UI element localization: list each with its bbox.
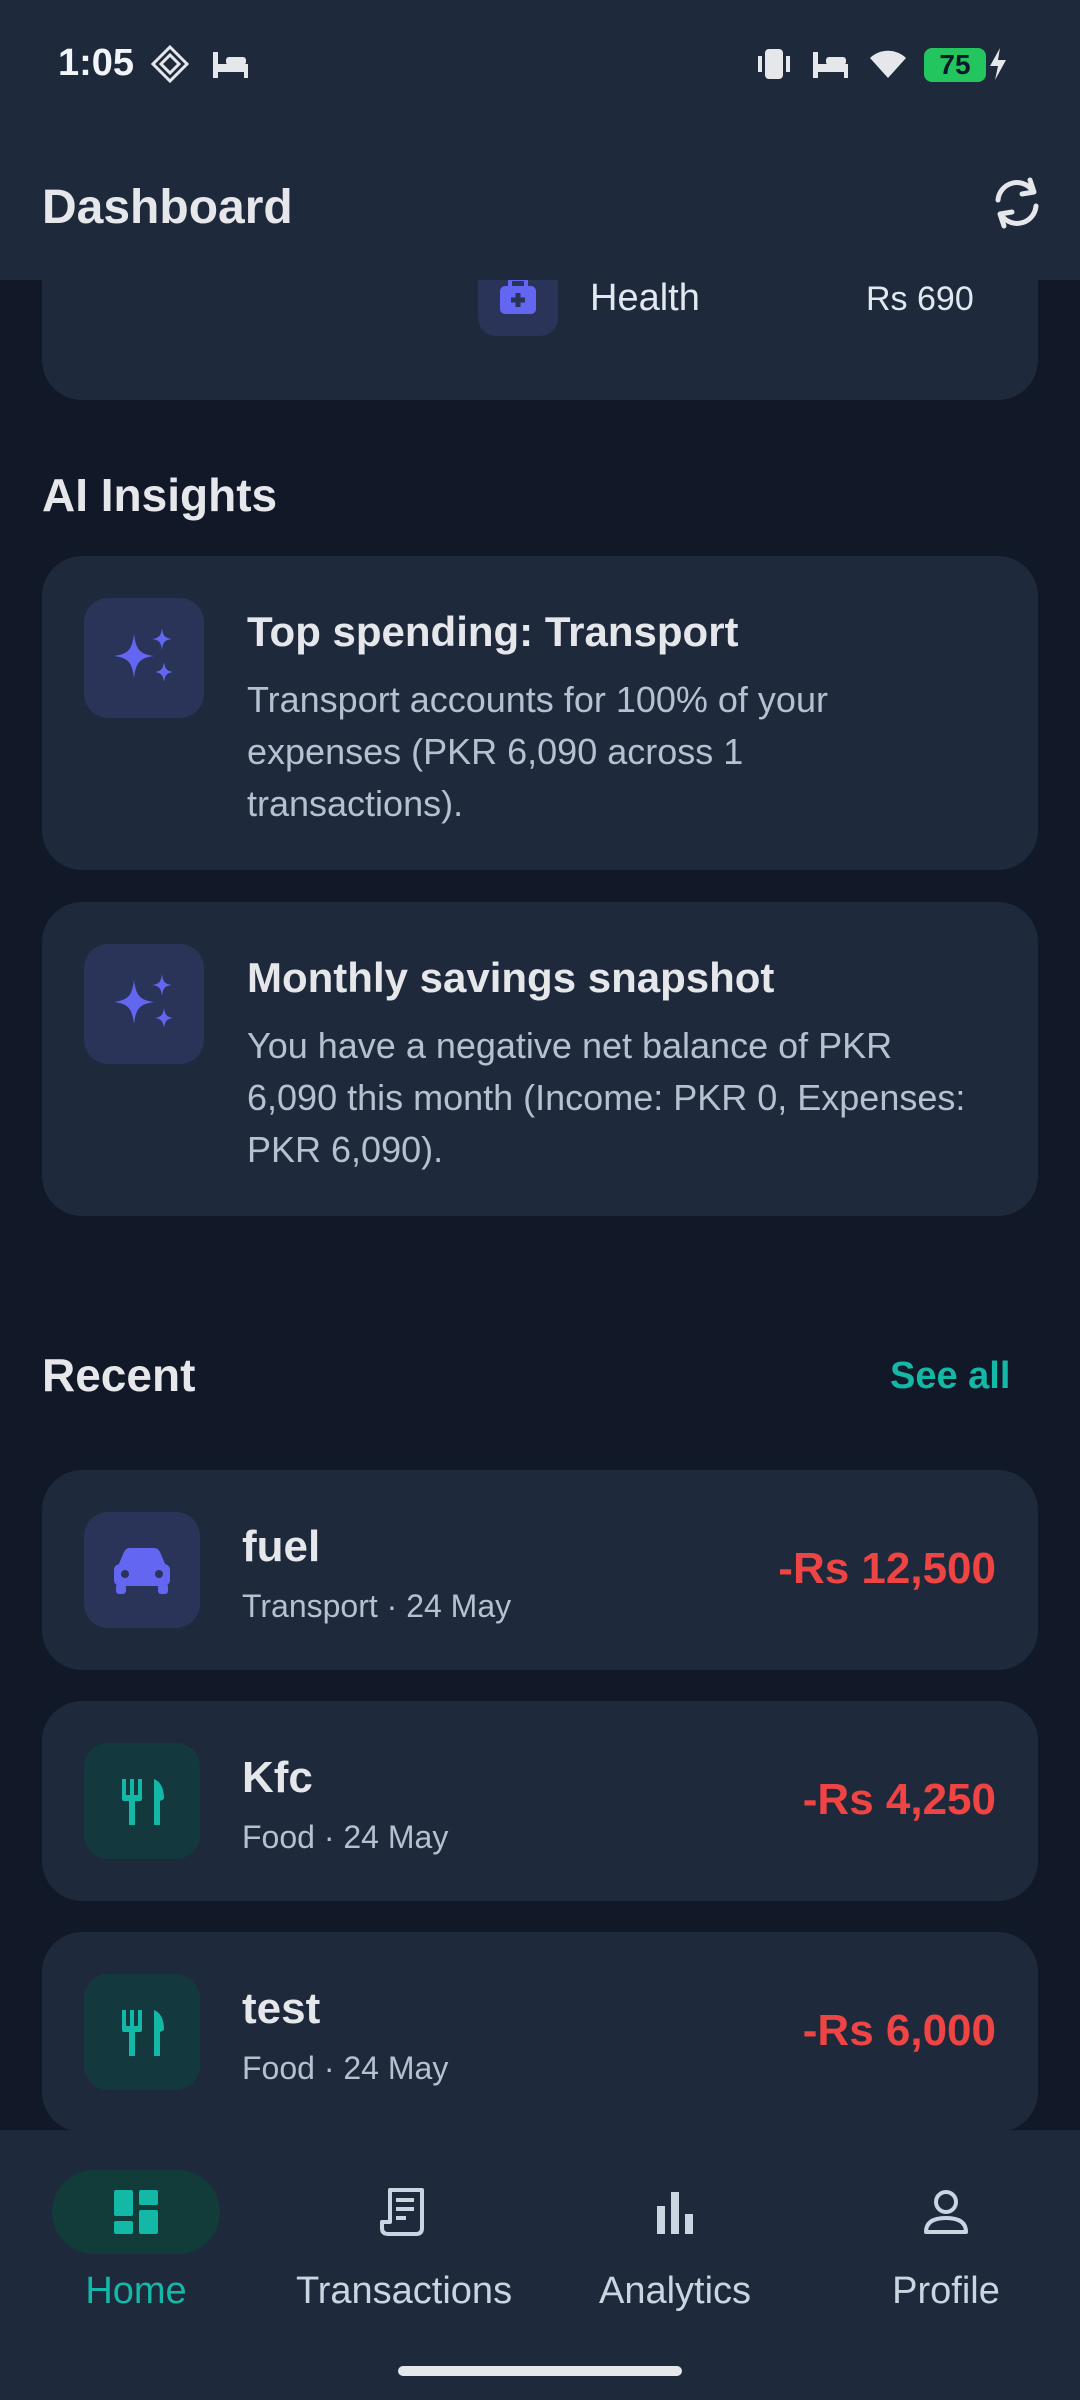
insight-card[interactable]: Top spending: Transport Transport accoun… bbox=[42, 556, 1038, 870]
nav-analytics[interactable]: Analytics bbox=[565, 2170, 785, 2330]
see-all-link[interactable]: See all bbox=[890, 1355, 1010, 1398]
food-icon-box bbox=[84, 1974, 200, 2090]
category-label: Health bbox=[590, 277, 700, 319]
insight-card[interactable]: Monthly savings snapshot You have a nega… bbox=[42, 902, 1038, 1216]
insight-title: Monthly savings snapshot bbox=[247, 954, 775, 1001]
bottom-navigation: Home Transactions Analytics Profile bbox=[0, 2130, 1080, 2400]
status-time: 1:05 bbox=[58, 42, 135, 84]
charging-icon bbox=[990, 48, 1006, 80]
insight-icon-box bbox=[84, 598, 204, 718]
wifi-icon bbox=[870, 50, 906, 78]
app-notification-icon bbox=[150, 44, 190, 84]
category-amount: Rs 690 bbox=[866, 280, 974, 318]
refresh-icon[interactable] bbox=[984, 170, 1050, 236]
nav-label: Analytics bbox=[598, 2270, 752, 2312]
transport-icon-box bbox=[84, 1512, 200, 1628]
transaction-name: test bbox=[242, 1984, 321, 2033]
insight-title: Top spending: Transport bbox=[247, 608, 739, 655]
battery-indicator: 75 bbox=[924, 48, 986, 82]
bed-icon-right bbox=[813, 52, 848, 78]
transaction-meta: Food · 24 May bbox=[242, 2050, 449, 2086]
transaction-row[interactable]: test Food · 24 May -Rs 6,000 bbox=[42, 1932, 1038, 2132]
receipt-icon bbox=[380, 2188, 424, 2236]
nav-transactions[interactable]: Transactions bbox=[294, 2170, 514, 2330]
transaction-name: fuel bbox=[242, 1522, 321, 1571]
vibrate-icon bbox=[758, 49, 790, 79]
fork-knife-icon bbox=[122, 2010, 164, 2056]
transaction-amount: -Rs 6,000 bbox=[802, 2006, 996, 2055]
dashboard-icon bbox=[114, 2190, 158, 2234]
nav-profile[interactable]: Profile bbox=[836, 2170, 1056, 2330]
nav-label: Transactions bbox=[295, 2270, 513, 2312]
insight-text: Transport accounts for 100% of your expe… bbox=[247, 679, 828, 824]
nav-home[interactable]: Home bbox=[44, 2170, 228, 2330]
bar-chart-icon bbox=[657, 2192, 693, 2234]
transaction-meta: Transport · 24 May bbox=[242, 1588, 512, 1624]
person-icon bbox=[924, 2190, 968, 2234]
sparkle-icon bbox=[114, 628, 173, 682]
car-icon bbox=[114, 1548, 170, 1594]
transaction-row[interactable]: fuel Transport · 24 May -Rs 12,500 bbox=[42, 1470, 1038, 1670]
nav-label: Home bbox=[85, 2270, 187, 2312]
nav-label: Profile bbox=[892, 2270, 1000, 2312]
transaction-amount: -Rs 12,500 bbox=[778, 1544, 996, 1593]
fork-knife-icon bbox=[122, 1779, 164, 1825]
app-header: 1:05 75 Dashboard bbox=[0, 0, 1080, 280]
sparkle-icon bbox=[114, 974, 173, 1028]
insight-icon-box bbox=[84, 944, 204, 1064]
bed-icon bbox=[213, 52, 248, 78]
home-indicator[interactable] bbox=[398, 2366, 682, 2376]
transaction-meta: Food · 24 May bbox=[242, 1819, 449, 1855]
transaction-name: Kfc bbox=[242, 1753, 313, 1802]
insight-text: You have a negative net balance of PKR 6… bbox=[247, 1025, 966, 1170]
transaction-amount: -Rs 4,250 bbox=[802, 1775, 996, 1824]
transaction-row[interactable]: Kfc Food · 24 May -Rs 4,250 bbox=[42, 1701, 1038, 1901]
ai-insights-title: AI Insights bbox=[42, 469, 278, 521]
recent-title: Recent bbox=[42, 1349, 196, 1401]
food-icon-box bbox=[84, 1743, 200, 1859]
page-title: Dashboard bbox=[42, 181, 293, 234]
